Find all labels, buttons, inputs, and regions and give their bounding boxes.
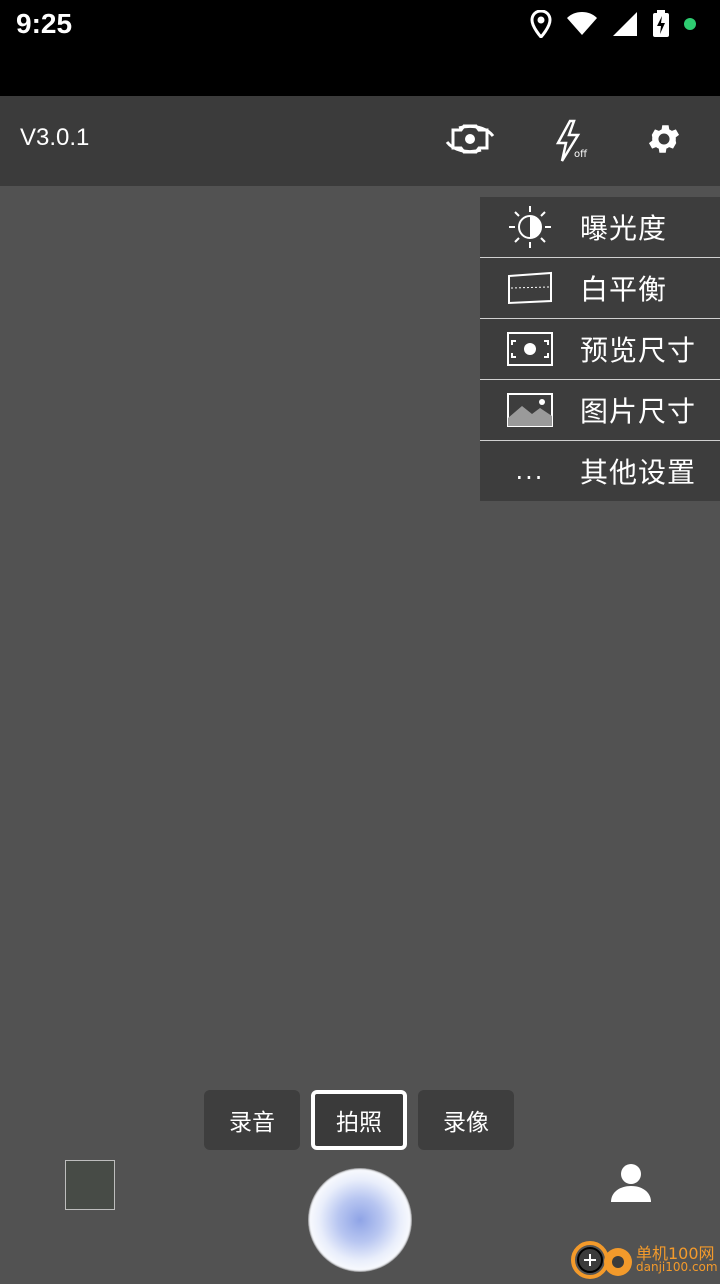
mode-label: 拍照 xyxy=(336,1110,382,1136)
gear-icon xyxy=(645,120,683,162)
gallery-thumbnail[interactable] xyxy=(65,1160,115,1210)
user-icon xyxy=(609,1162,653,1208)
menu-item-preview-size[interactable]: 预览尺寸 xyxy=(480,319,720,380)
mode-audio-button[interactable]: 录音 xyxy=(204,1090,300,1150)
watermark-logo-icon xyxy=(570,1238,634,1284)
status-bar: 9:25 xyxy=(0,0,720,96)
menu-item-image-size[interactable]: 图片尺寸 xyxy=(480,380,720,441)
image-size-icon xyxy=(480,392,580,428)
menu-item-label: 白平衡 xyxy=(580,273,668,306)
switch-camera-icon xyxy=(443,120,497,162)
flash-off-icon: off xyxy=(548,119,588,163)
mode-video-button[interactable]: 录像 xyxy=(418,1090,514,1150)
menu-item-white-balance[interactable]: 白平衡 xyxy=(480,258,720,319)
notification-dot-icon xyxy=(684,18,696,30)
status-icons xyxy=(530,10,696,38)
user-button[interactable] xyxy=(604,1160,658,1210)
more-icon-text: ... xyxy=(515,457,545,485)
menu-item-label: 曝光度 xyxy=(580,212,668,245)
white-balance-icon xyxy=(480,270,580,306)
more-icon: ... xyxy=(480,457,580,485)
menu-item-label: 图片尺寸 xyxy=(580,395,697,428)
flash-off-label: off xyxy=(574,149,588,160)
shutter-button[interactable] xyxy=(308,1168,412,1272)
mode-photo-button[interactable]: 拍照 xyxy=(311,1090,407,1150)
top-toolbar: V3.0.1 off xyxy=(0,96,720,186)
mode-label: 录像 xyxy=(443,1110,489,1136)
flash-button[interactable]: off xyxy=(540,114,596,168)
watermark-subtext: danji100.com xyxy=(636,1260,718,1274)
signal-icon xyxy=(612,11,638,37)
menu-item-label: 其他设置 xyxy=(580,456,697,489)
wifi-icon xyxy=(566,12,598,36)
status-time: 9:25 xyxy=(16,8,73,39)
watermark: 单机100网 danji100.com xyxy=(570,1238,720,1280)
mode-selector: 录音 拍照 录像 xyxy=(0,1090,720,1150)
settings-button[interactable] xyxy=(636,114,692,168)
settings-menu: 曝光度 白平衡 预览尺寸 图片尺寸 ... 其他设置 xyxy=(480,197,720,501)
brightness-icon xyxy=(480,204,580,250)
menu-item-exposure[interactable]: 曝光度 xyxy=(480,197,720,258)
battery-charging-icon xyxy=(652,10,670,38)
preview-size-icon xyxy=(480,331,580,367)
app-version: V3.0.1 xyxy=(20,124,90,151)
menu-item-label: 预览尺寸 xyxy=(580,334,697,367)
location-icon xyxy=(530,10,552,38)
switch-camera-button[interactable] xyxy=(442,114,498,168)
mode-label: 录音 xyxy=(229,1110,275,1136)
menu-item-other-settings[interactable]: ... 其他设置 xyxy=(480,441,720,501)
